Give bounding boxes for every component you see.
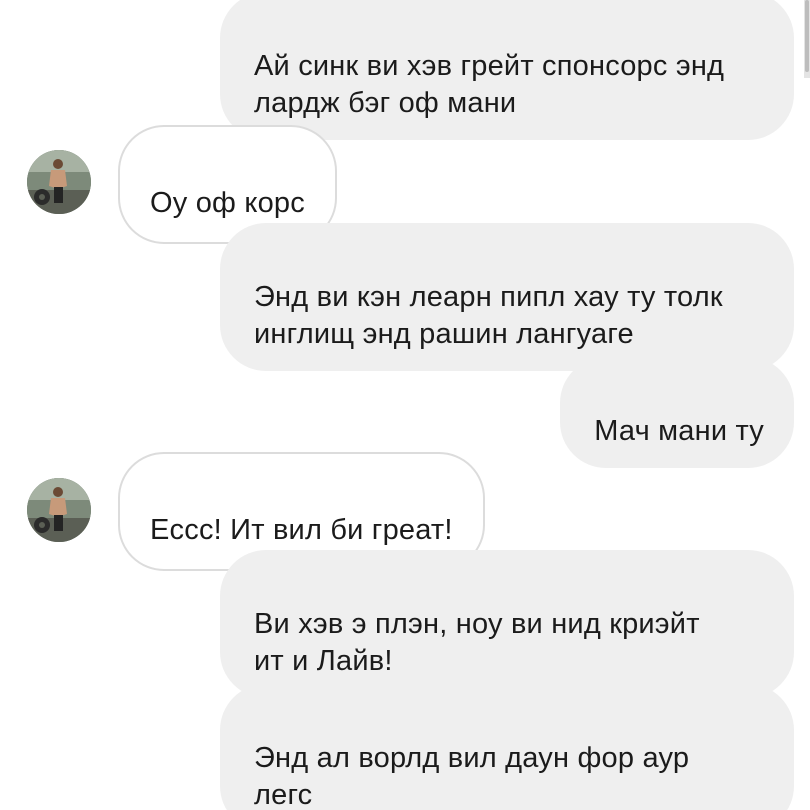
- outgoing-message-bubble[interactable]: Ай синк ви хэв грейт спонсорс энд лардж …: [220, 0, 794, 140]
- message-text: Оу оф корс: [150, 187, 305, 219]
- user-avatar-photo-icon: [27, 478, 91, 542]
- message-text: Энд ал ворлд вил даун фор аур легс: [254, 742, 690, 810]
- message-text: Ай синк ви хэв грейт спонсорс энд лардж …: [254, 50, 725, 119]
- message-text: Ви хэв э плэн, ноу ви нид криэйт ит и Ла…: [254, 608, 700, 677]
- outgoing-message-bubble[interactable]: Энд ви кэн леарн пипл хау ту толк инглищ…: [220, 223, 794, 371]
- outgoing-message-bubble[interactable]: Мач мани ту: [560, 357, 794, 468]
- scrollbar-track[interactable]: [804, 0, 810, 78]
- scrollbar-thumb[interactable]: [805, 0, 809, 72]
- outgoing-message-bubble[interactable]: Энд ал ворлд вил даун фор аур легс: [220, 684, 794, 810]
- outgoing-message-bubble[interactable]: Ви хэв э плэн, ноу ви нид криэйт ит и Ла…: [220, 550, 794, 698]
- contact-avatar[interactable]: [27, 150, 91, 214]
- message-text: Энд ви кэн леарн пипл хау ту толк инглищ…: [254, 281, 723, 350]
- contact-avatar[interactable]: [27, 478, 91, 542]
- chat-thread: Ай синк ви хэв грейт спонсорс энд лардж …: [0, 0, 810, 810]
- message-text: Мач мани ту: [594, 415, 764, 447]
- user-avatar-photo-icon: [27, 150, 91, 214]
- message-text: Еccc! Ит вил би греат!: [150, 514, 453, 546]
